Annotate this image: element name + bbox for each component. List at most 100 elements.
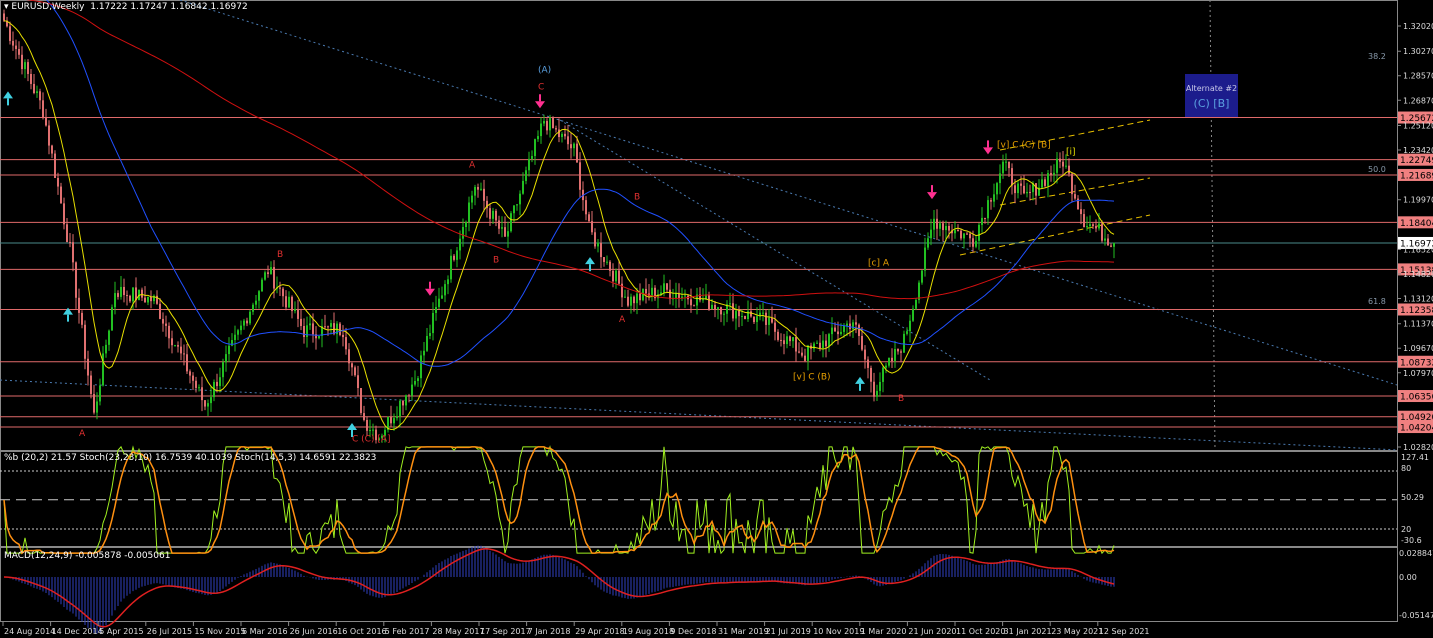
candle bbox=[825, 340, 827, 347]
candle bbox=[1047, 173, 1049, 186]
candle bbox=[906, 331, 908, 334]
candle bbox=[303, 325, 305, 337]
candle bbox=[393, 418, 395, 424]
candle bbox=[24, 62, 26, 70]
candle bbox=[282, 288, 284, 297]
candle bbox=[363, 413, 365, 421]
candle bbox=[234, 334, 236, 341]
candle bbox=[816, 342, 818, 344]
candle bbox=[390, 416, 392, 424]
candle bbox=[27, 62, 29, 74]
candle bbox=[534, 139, 536, 157]
candle bbox=[402, 400, 404, 406]
price-tick-label: 1.25120 bbox=[1403, 121, 1433, 130]
candle bbox=[987, 200, 989, 219]
candle bbox=[498, 220, 500, 229]
candle bbox=[492, 210, 494, 219]
candle bbox=[996, 183, 998, 195]
candle bbox=[588, 214, 590, 222]
candle bbox=[969, 233, 971, 239]
candle bbox=[117, 293, 119, 297]
candle bbox=[489, 208, 491, 219]
indicator-tick-label: 50.29 bbox=[1401, 493, 1424, 502]
candle bbox=[309, 323, 311, 326]
candle bbox=[447, 279, 449, 285]
candle bbox=[579, 162, 581, 190]
candle bbox=[804, 355, 806, 361]
candle bbox=[669, 289, 671, 299]
candle bbox=[624, 296, 626, 298]
candle bbox=[1086, 226, 1088, 228]
date-label: 5 Feb 2017 bbox=[385, 627, 430, 636]
candle bbox=[645, 288, 647, 294]
candle bbox=[600, 242, 602, 258]
candle bbox=[66, 224, 68, 243]
candle bbox=[738, 310, 740, 317]
candle bbox=[708, 294, 710, 310]
wave-label: B bbox=[634, 192, 640, 202]
candle bbox=[777, 331, 779, 340]
candle bbox=[45, 117, 47, 126]
candle bbox=[714, 304, 716, 310]
candle bbox=[867, 359, 869, 368]
candle bbox=[369, 430, 371, 432]
candle bbox=[522, 180, 524, 194]
candle bbox=[846, 323, 848, 326]
candle bbox=[921, 270, 923, 283]
symbol: EURUSD,Weekly bbox=[11, 2, 85, 12]
candle bbox=[603, 257, 605, 262]
up-arrow-icon bbox=[63, 307, 73, 315]
candle bbox=[39, 91, 41, 101]
wave-label: B bbox=[493, 256, 499, 266]
candle bbox=[636, 293, 638, 304]
candle bbox=[843, 325, 845, 332]
candle bbox=[861, 335, 863, 350]
candle bbox=[9, 26, 11, 41]
candle bbox=[1011, 168, 1013, 186]
macd-tick-label: 0.028847 bbox=[1399, 549, 1433, 558]
candle bbox=[1083, 214, 1085, 228]
candle bbox=[504, 227, 506, 237]
candle bbox=[666, 283, 668, 290]
candle bbox=[318, 335, 320, 339]
candle bbox=[345, 337, 347, 350]
candle bbox=[531, 156, 533, 159]
candle bbox=[18, 49, 20, 55]
candle bbox=[819, 342, 821, 349]
candle bbox=[801, 352, 803, 356]
date-label: 16 Oct 2016 bbox=[337, 627, 386, 636]
candle bbox=[858, 324, 860, 336]
candle bbox=[633, 296, 635, 304]
candle bbox=[852, 322, 854, 330]
indicator-tick-label: 80 bbox=[1401, 464, 1411, 473]
indicator-tick-label: -30.6 bbox=[1401, 536, 1422, 545]
down-arrow-icon bbox=[535, 101, 545, 109]
candle bbox=[1107, 238, 1109, 246]
candle bbox=[195, 380, 197, 388]
candle bbox=[807, 345, 809, 361]
candle bbox=[1035, 183, 1037, 196]
candle bbox=[939, 223, 941, 229]
candle bbox=[822, 340, 824, 349]
candle bbox=[33, 83, 35, 94]
candle bbox=[258, 291, 260, 301]
wave-label: B bbox=[277, 250, 283, 260]
candle bbox=[678, 293, 680, 299]
candle bbox=[93, 393, 95, 413]
candle bbox=[348, 349, 350, 364]
candle bbox=[129, 295, 131, 302]
candle bbox=[762, 312, 764, 314]
date-label: 7 Jan 2018 bbox=[528, 627, 571, 636]
price-level-label: 1.12358 bbox=[1400, 306, 1433, 316]
candle bbox=[744, 316, 746, 320]
candle bbox=[1023, 185, 1025, 194]
candle bbox=[423, 350, 425, 356]
price-tick-label: 1.09670 bbox=[1403, 344, 1433, 353]
wave-label: C bbox=[538, 83, 544, 93]
candle bbox=[249, 311, 251, 324]
candle bbox=[558, 129, 560, 138]
candle bbox=[15, 45, 17, 50]
candle bbox=[765, 312, 767, 325]
candle bbox=[540, 123, 542, 137]
candle bbox=[528, 158, 530, 171]
